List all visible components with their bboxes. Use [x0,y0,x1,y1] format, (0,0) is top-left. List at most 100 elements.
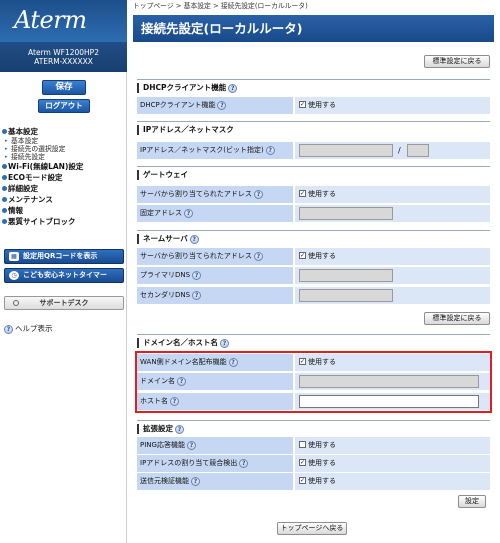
nav-info[interactable]: 情報 [2,205,126,216]
field-value: ✓ 使用する [295,473,490,490]
field-label: サーバから割り当てられたアドレス? [137,248,293,265]
clock-icon: ◷ [9,271,19,280]
save-button[interactable]: 保存 [42,80,86,95]
nav-detail[interactable]: 詳細設定 [2,183,126,194]
bullet-icon [2,197,7,202]
field-label: セカンダリDNS? [137,287,293,304]
field-value [295,287,490,304]
dhcp-checkbox[interactable]: ✓ [299,100,306,108]
section-title-dhcp: DHCPクライアント機能? [137,83,238,93]
nav-sub-connection-settings[interactable]: 接続先設定 [2,153,126,161]
reset-default-button[interactable]: 標準設定に戻る [424,55,490,68]
help-icon[interactable]: ? [265,145,275,155]
ip-row: IPアドレス／ネットマスク(ビット指定)? / [137,142,490,159]
main-content: トップページ > 基本設定 > 接続先設定(ローカルルータ) 接続先設定(ローカ… [127,0,500,543]
ping-checkbox[interactable] [299,440,306,448]
secondary-dns-input[interactable] [299,289,393,302]
dns-auto-row: サーバから割り当てられたアドレス? ✓ 使用する [137,248,490,265]
help-icon[interactable]: ? [192,270,202,280]
section-divider [137,420,490,421]
help-icon[interactable]: ? [253,189,263,199]
back-to-top-button[interactable]: トップページへ戻る [277,522,347,535]
brand-header: Aterm [0,0,127,42]
field-value [295,205,490,222]
sidebar: Aterm Aterm WF1200HP2 ATERM-XXXXXX 保存 ログ… [0,0,127,543]
help-icon[interactable]: ? [228,83,238,93]
field-value: ✓ 使用する [295,455,490,472]
page-title: 接続先設定(ローカルルータ) [133,15,494,42]
help-icon[interactable]: ? [186,440,196,450]
primary-dns-input[interactable] [299,269,393,282]
section-divider [137,121,490,122]
ip-conflict-checkbox[interactable]: ✓ [299,458,306,466]
gateway-fixed-row: 固定アドレス? [137,205,490,222]
gateway-address-input[interactable] [299,207,393,220]
field-value: ✓ 使用する [295,248,490,265]
qr-code-button[interactable]: ▦ 設定用QRコードを表示 [4,249,124,264]
field-value: ✓ 使用する [295,186,490,203]
section-divider [137,230,490,231]
bullet-icon [2,175,7,180]
sidebar-nav: 基本設定 基本設定 接続先の選択設定 接続先設定 Wi-Fi(無線LAN)設定 … [2,126,126,227]
section-divider [137,79,490,80]
apply-button[interactable]: 設定 [458,495,486,508]
ip-address-input[interactable] [299,144,393,157]
dns-reset-default-button[interactable]: 標準設定に戻る [424,312,490,325]
netmask-input[interactable] [407,144,429,157]
help-icon[interactable]: ? [191,476,200,486]
field-label: サーバから割り当てられたアドレス? [137,186,293,203]
field-value: / [295,142,490,159]
bullet-icon [2,219,7,224]
field-label: IPアドレスの割り当て競合検出? [137,455,293,472]
ip-conflict-row: IPアドレスの割り当て競合検出? ✓ 使用する [137,455,490,472]
dns-auto-checkbox[interactable]: ✓ [299,251,306,259]
source-verify-checkbox[interactable]: ✓ [299,476,306,484]
aterm-logo: Aterm [14,6,87,34]
nav-sub-basic[interactable]: 基本設定 [2,137,126,145]
help-icon[interactable]: ? [184,208,193,218]
bullet-icon [2,164,7,169]
help-icon[interactable]: ? [217,100,227,110]
field-value [295,267,490,284]
section-title-gateway: ゲートウェイ [137,170,188,180]
nav-maintenance[interactable]: メンテナンス [2,194,126,205]
logout-button[interactable]: ログアウト [38,99,90,113]
field-label: プライマリDNS? [137,267,293,284]
support-desk-button[interactable]: サポートデスク [4,296,124,310]
kids-timer-button[interactable]: ◷ こども安心ネットタイマー [4,268,124,283]
nav-site-block[interactable]: 悪質サイトブロック [2,216,126,227]
help-icon: ? [4,324,13,334]
source-verify-row: 送信元検証機能? ✓ 使用する [137,473,490,490]
secondary-dns-row: セカンダリDNS? [137,287,490,304]
help-icon[interactable]: ? [220,338,229,348]
bullet-icon [2,208,7,213]
help-icon[interactable]: ? [253,251,263,261]
help-icon[interactable]: ? [239,458,249,468]
gateway-auto-checkbox[interactable]: ✓ [299,189,306,197]
section-divider [137,166,490,167]
help-icon[interactable]: ? [175,424,184,434]
highlight-box [135,351,492,413]
nav-sub-connection-select[interactable]: 接続先の選択設定 [2,145,126,153]
bullet-icon [2,186,7,191]
help-link[interactable]: ? ヘルプ表示 [4,324,53,334]
help-icon[interactable]: ? [189,234,199,244]
field-label: PING応答機能? [137,437,293,454]
breadcrumb: トップページ > 基本設定 > 接続先設定(ローカルルータ) [133,2,308,10]
nav-eco[interactable]: ECOモード設定 [2,172,126,183]
nav-basic-settings[interactable]: 基本設定 [2,126,126,137]
device-name: ATERM-XXXXXX [34,57,93,66]
ping-row: PING応答機能? 使用する [137,437,490,454]
model-name: Aterm WF1200HP2 [28,48,99,57]
model-info: Aterm WF1200HP2 ATERM-XXXXXX [0,42,127,72]
qr-code-icon: ▦ [9,252,19,261]
section-divider [137,334,490,335]
section-title-extended: 拡張設定? [137,424,184,434]
ip-slash: / [398,146,401,155]
help-icon[interactable]: ? [192,290,202,300]
gateway-auto-row: サーバから割り当てられたアドレス? ✓ 使用する [137,186,490,203]
nav-wifi[interactable]: Wi-Fi(無線LAN)設定 [2,161,126,172]
dhcp-row: DHCPクライアント機能? ✓ 使用する [137,97,490,114]
field-value: 使用する [295,437,490,454]
field-label: DHCPクライアント機能? [137,97,293,114]
